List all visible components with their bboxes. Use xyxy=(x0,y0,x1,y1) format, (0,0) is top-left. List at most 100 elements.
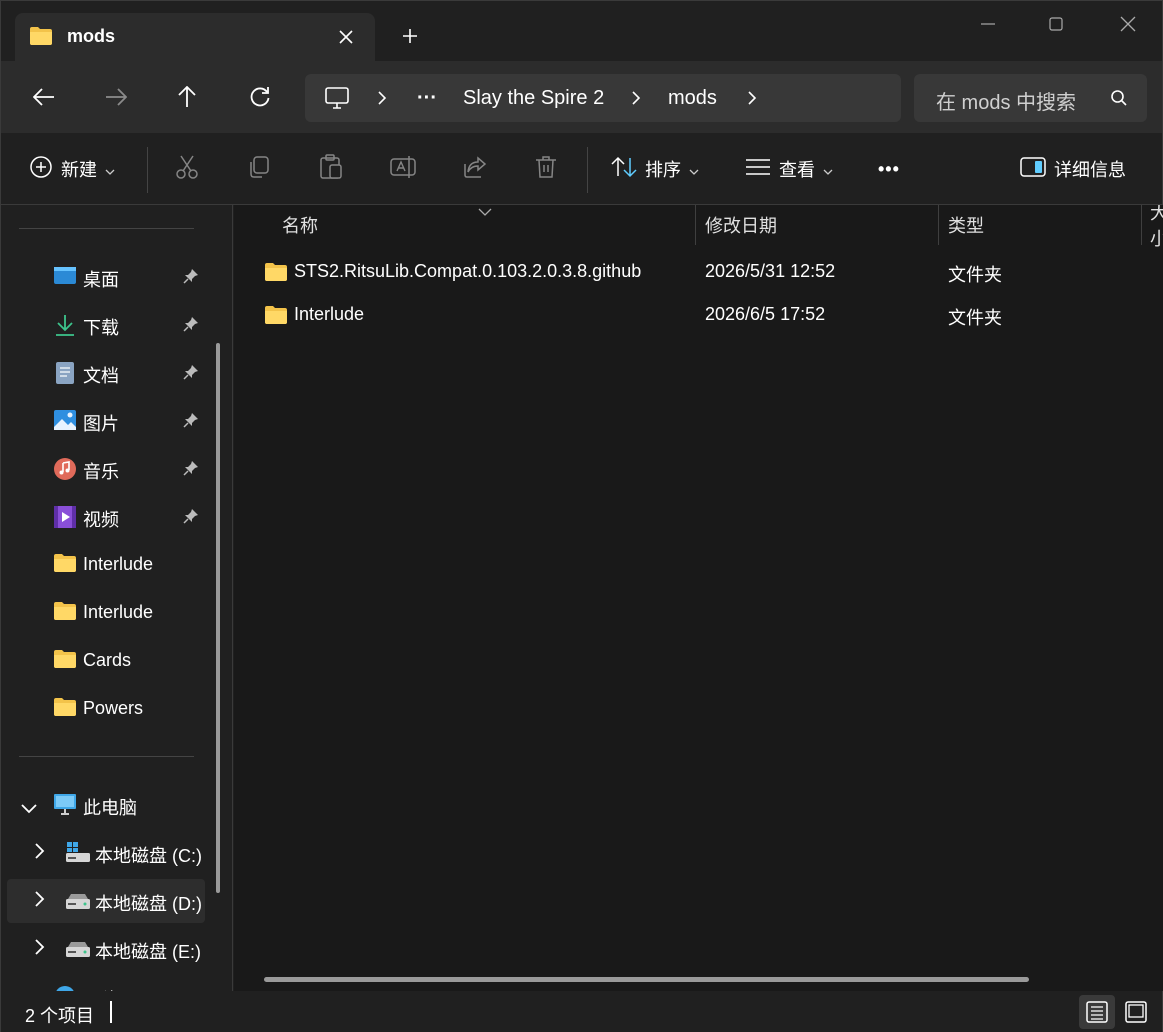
horizontal-scrollbar[interactable] xyxy=(264,977,1029,982)
up-arrow-icon[interactable] xyxy=(173,83,201,111)
folder-icon xyxy=(53,697,77,722)
sidebar-item-interlude[interactable]: Interlude xyxy=(7,591,205,635)
new-label: 新建 xyxy=(61,160,97,180)
rename-button[interactable] xyxy=(390,133,416,205)
window-close-icon[interactable] xyxy=(1105,9,1151,39)
breadcrumb-more[interactable]: ··· xyxy=(417,74,437,122)
toolbar-divider xyxy=(587,147,588,193)
sidebar-item-downloads[interactable]: 下载 xyxy=(7,303,205,347)
pin-icon[interactable] xyxy=(183,412,199,433)
sidebar-item-interlude[interactable]: Interlude xyxy=(7,543,205,587)
documents-icon xyxy=(55,361,75,390)
pictures-icon xyxy=(53,409,77,436)
file-type: 文件夹 xyxy=(948,308,1002,328)
more-options-button[interactable]: ••• xyxy=(878,133,900,205)
details-pane-button[interactable]: 详细信息 xyxy=(1020,133,1126,205)
folder-icon xyxy=(29,26,53,51)
table-row[interactable]: Interlude 2026/6/5 17:52 文件夹 xyxy=(234,296,1163,336)
view-button[interactable]: 查看 xyxy=(745,133,833,205)
chevron-right-icon[interactable] xyxy=(35,891,45,912)
folder-icon xyxy=(264,262,288,287)
column-divider[interactable] xyxy=(938,205,939,245)
sidebar-item-label: 本地磁盘 (C:) xyxy=(95,846,202,866)
folder-icon xyxy=(264,305,288,330)
details-view-icon[interactable] xyxy=(1079,995,1115,1029)
pin-icon[interactable] xyxy=(183,460,199,481)
tab-mods[interactable]: mods xyxy=(15,13,375,61)
sidebar-item-drive-c[interactable]: 本地磁盘 (C:) xyxy=(7,831,205,875)
breadcrumb-mods[interactable]: mods xyxy=(668,74,717,122)
sidebar-item-videos[interactable]: 视频 xyxy=(7,495,205,539)
sidebar-item-label: 视频 xyxy=(83,510,119,530)
forward-arrow-icon[interactable] xyxy=(102,83,130,111)
chevron-right-icon[interactable] xyxy=(35,843,45,864)
sidebar-item-cards[interactable]: Cards xyxy=(7,639,205,683)
tab-close-icon[interactable] xyxy=(333,24,359,50)
back-arrow-icon[interactable] xyxy=(30,83,58,111)
column-header-modified[interactable]: 修改日期 xyxy=(705,205,777,245)
search-input[interactable]: 在 mods 中搜索 xyxy=(936,86,1086,115)
sidebar-item-pictures[interactable]: 图片 xyxy=(7,399,205,443)
table-row[interactable]: STS2.RitsuLib.Compat.0.103.2.0.3.8.githu… xyxy=(234,253,1163,293)
address-bar[interactable]: ··· Slay the Spire 2 mods xyxy=(305,74,901,122)
sidebar-item-label: 此电脑 xyxy=(83,798,137,818)
sidebar-scrollbar[interactable] xyxy=(216,343,220,893)
sort-button[interactable]: 排序 xyxy=(611,133,699,205)
tiles-view-icon[interactable] xyxy=(1118,995,1154,1029)
column-divider[interactable] xyxy=(1141,205,1142,245)
breadcrumb-slay-the-spire-2[interactable]: Slay the Spire 2 xyxy=(463,74,604,122)
status-bar: 2 个项目 xyxy=(1,991,1162,1032)
refresh-icon[interactable] xyxy=(246,83,274,111)
sidebar-item-drive-e[interactable]: 本地磁盘 (E:) xyxy=(7,927,205,971)
sidebar-item-documents[interactable]: 文档 xyxy=(7,351,205,395)
column-header-name[interactable]: 名称 xyxy=(282,205,318,245)
new-tab-plus-icon[interactable] xyxy=(397,23,423,49)
paste-button[interactable] xyxy=(319,133,343,205)
item-count: 2 个项目 xyxy=(25,1006,95,1026)
share-button[interactable] xyxy=(463,133,487,205)
sidebar-item-desktop[interactable]: 桌面 xyxy=(7,255,205,299)
file-name[interactable]: STS2.RitsuLib.Compat.0.103.2.0.3.8.githu… xyxy=(294,261,641,282)
sidebar-item-label: 本地磁盘 (D:) xyxy=(95,894,202,914)
sidebar-item-this-pc[interactable]: 此电脑 xyxy=(7,783,205,827)
breadcrumb-chevron-icon[interactable] xyxy=(377,74,387,122)
pin-icon[interactable] xyxy=(183,268,199,289)
chevron-right-icon[interactable] xyxy=(35,939,45,960)
minimize-icon[interactable] xyxy=(965,9,1011,39)
search-icon[interactable] xyxy=(1110,89,1128,112)
copy-button[interactable] xyxy=(247,133,271,205)
file-name[interactable]: Interlude xyxy=(294,304,364,325)
sidebar-item-drive-d[interactable]: 本地磁盘 (D:) xyxy=(7,879,205,923)
delete-button[interactable] xyxy=(535,133,557,205)
breadcrumb-chevron-icon[interactable] xyxy=(631,74,641,122)
sort-icon xyxy=(611,156,637,183)
column-header-type[interactable]: 类型 xyxy=(948,205,984,245)
folder-icon xyxy=(53,649,77,674)
maximize-icon[interactable] xyxy=(1033,9,1079,39)
sidebar-item-network[interactable]: 网络 xyxy=(7,975,205,991)
sidebar-divider xyxy=(19,228,194,229)
column-divider[interactable] xyxy=(695,205,696,245)
sidebar-item-label: 音乐 xyxy=(83,462,119,482)
sidebar-item-label: Cards xyxy=(83,650,132,670)
sidebar-item-label: 图片 xyxy=(83,414,119,434)
search-box[interactable]: 在 mods 中搜索 xyxy=(914,74,1147,122)
trash-icon xyxy=(535,155,557,184)
new-button[interactable]: 新建 xyxy=(29,133,115,205)
videos-icon xyxy=(53,505,77,534)
navigation-bar: ··· Slay the Spire 2 mods 在 mods 中搜索 xyxy=(1,61,1162,133)
column-header-size[interactable]: 大小 xyxy=(1150,205,1163,249)
cut-button[interactable] xyxy=(175,133,199,205)
sidebar-item-powers[interactable]: Powers xyxy=(7,687,205,731)
breadcrumb-chevron-icon[interactable] xyxy=(747,74,757,122)
chevron-down-icon[interactable] xyxy=(21,798,37,819)
details-pane-icon xyxy=(1020,156,1046,182)
chevron-down-icon xyxy=(105,159,115,180)
pin-icon[interactable] xyxy=(183,508,199,529)
pin-icon[interactable] xyxy=(183,364,199,385)
folder-icon xyxy=(53,601,77,626)
toolbar-divider xyxy=(147,147,148,193)
this-pc-icon[interactable] xyxy=(325,74,349,122)
sidebar-item-music[interactable]: 音乐 xyxy=(7,447,205,491)
pin-icon[interactable] xyxy=(183,316,199,337)
